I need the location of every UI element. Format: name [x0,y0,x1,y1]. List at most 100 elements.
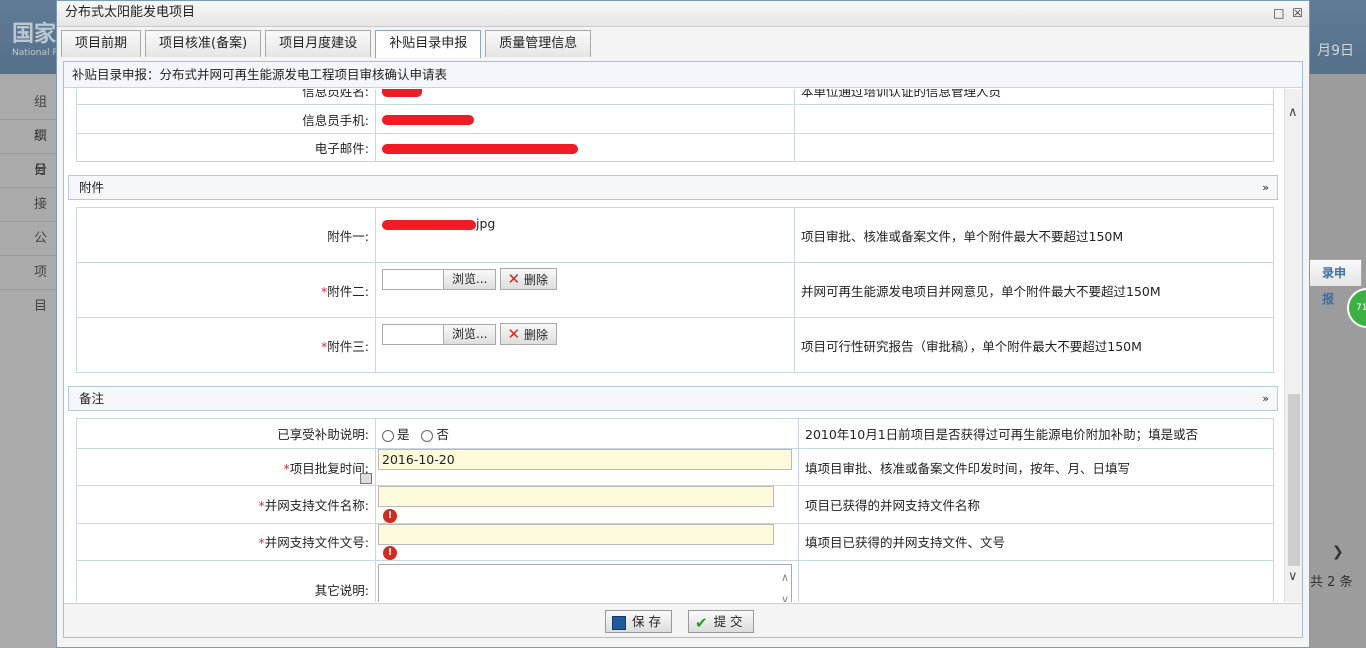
row-desc: 项目可行性研究报告（审批稿），单个附件最大不要超过150M [794,317,1274,373]
browse-button[interactable]: 浏览... [443,268,497,290]
row-value: ! [375,522,799,561]
error-icon: ! [383,546,397,560]
remarks-title: 备注 [79,391,105,406]
file-path-input[interactable] [382,268,444,290]
row-desc: 2010年10月1日前项目是否获得过可再生能源电价附加补助；填是或否 [798,418,1274,449]
row-desc: 项目已获得的并网支持文件名称 [798,485,1274,524]
redacted-mark [382,115,474,125]
tab-project-approval[interactable]: 项目核准(备案) [145,30,262,57]
dialog-tabs: 项目前期 项目核准(备案) 项目月度建设 补贴目录申报 质量管理信息 [61,30,595,58]
table-row: *项目批复时间: 2016-10-20 填项目审批、核准或备案文件印发时间，按年… [76,448,1274,486]
radio-no[interactable] [421,429,434,442]
collapse-icon[interactable]: » [1262,176,1269,200]
row-desc: 并网可再生能源发电项目并网意见，单个附件最大不要超过150M [794,262,1274,318]
grid-doc-number-input[interactable] [378,523,774,545]
row-label: *附件二: [76,262,376,318]
maximize-icon[interactable]: □ [1273,6,1284,20]
table-row: 信息员手机: [76,104,1274,134]
check-icon: ✔ [695,613,708,632]
attachments-title: 附件 [79,180,105,195]
tab-quality-management[interactable]: 质量管理信息 [485,30,592,57]
tab-monthly-construction[interactable]: 项目月度建设 [265,30,372,57]
row-value: 浏览... ✕ 删除 [375,262,795,318]
background-sidebar-item: 组织 [0,86,56,144]
attachments-table: 附件一: jpg 项目审批、核准或备案文件，单个附件最大不要超过150M *附件… [76,207,1274,373]
row-value: ∧ ∨ [375,560,799,603]
approval-date-input[interactable]: 2016-10-20 [378,449,792,470]
background-sidebar-item: 分 [0,154,56,188]
file-path-input[interactable] [382,323,444,345]
background-date: 月9日 [1317,43,1354,59]
tab-subsidy-catalog[interactable]: 补贴目录申报 [375,30,482,58]
background-right-panel: 录申报 ❯ 共 2 条 [1308,74,1366,648]
table-row: *并网支持文件名称: ! 项目已获得的并网支持文件名称 [76,485,1274,524]
dialog-title: 分布式太阳能发电项目 [65,5,196,20]
row-label: 信息员姓名: [76,89,376,105]
background-sidebar-item: 接 [0,188,56,222]
attachment-filename[interactable]: jpg [476,216,495,231]
content-title: 补贴目录申报：分布式并网可再生能源发电工程项目审核确认申请表 [64,62,1302,88]
row-desc [794,133,1274,162]
save-icon [612,615,626,630]
vertical-scrollbar[interactable]: ∧ ∨ [1284,89,1302,602]
collapse-icon[interactable]: » [1262,387,1269,411]
row-label: 电子邮件: [76,133,376,162]
background-sidebar-item: 公 [0,222,56,256]
table-row: *并网支持文件文号: ! 填项目已获得的并网支持文件、文号 [76,522,1274,561]
delete-button[interactable]: ✕ 删除 [500,268,558,290]
grid-doc-name-input[interactable] [378,486,774,507]
table-row: 电子邮件: [76,133,1274,162]
remarks-panel-header[interactable]: 备注 » [68,386,1278,411]
row-desc [794,104,1274,134]
scroll-down-icon[interactable]: ∨ [1288,569,1298,584]
project-dialog: 分布式太阳能发电项目 □ ☒ 项目前期 项目核准(备案) 项目月度建设 补贴目录… [56,0,1310,648]
row-label: 附件一: [76,207,376,263]
row-desc: 项目审批、核准或备案文件，单个附件最大不要超过150M [794,207,1274,263]
row-value [375,104,795,134]
redacted-mark [382,219,476,230]
error-icon: ! [383,508,397,523]
row-value: 是 否 [375,418,799,449]
tab-content: 补贴目录申报：分布式并网可再生能源发电工程项目审核确认申请表 信息员姓名: 本单… [63,61,1303,638]
redacted-mark [382,143,578,154]
row-value [375,89,795,105]
row-label: *并网支持文件文号: [76,522,376,561]
dialog-footer: 保 存 ✔ 提 交 [64,603,1302,637]
row-label: 已享受补助说明: [76,418,376,449]
row-desc [798,560,1274,602]
row-value: 浏览... ✕ 删除 [375,317,795,373]
tab-project-prelim[interactable]: 项目前期 [61,30,142,57]
other-notes-textarea[interactable]: ∧ ∨ [378,563,792,603]
delete-icon: ✕ [507,325,521,343]
row-desc: 填项目已获得的并网支持文件、文号 [798,522,1274,561]
row-label: *并网支持文件名称: [76,485,376,524]
row-label: *附件三: [76,317,376,373]
browse-button[interactable]: 浏览... [443,323,497,345]
row-desc: 本单位通过培训认证的信息管理人员 [794,89,1274,105]
textarea-scroll-icon[interactable]: ∧ ∨ [781,567,789,603]
dialog-titlebar: 分布式太阳能发电项目 □ ☒ [57,1,1309,27]
save-button[interactable]: 保 存 [605,610,672,633]
row-desc: 填项目审批、核准或备案文件印发时间，按年、月、日填写 [798,448,1274,486]
form-scroll-area[interactable]: 信息员姓名: 本单位通过培训认证的信息管理人员 信息员手机: 电子邮件: 附件 [64,89,1302,602]
row-label: 其它说明: [76,560,376,602]
scrollbar-thumb[interactable] [1288,394,1300,566]
background-sidebar-item: 项目 [0,120,56,178]
attachments-panel-header[interactable]: 附件 » [68,175,1278,200]
background-pager: 共 2 条 [1310,575,1353,590]
radio-yes-label: 是 [397,427,410,442]
background-tab: 录申报 [1308,259,1362,306]
table-row: 信息员姓名: 本单位通过培训认证的信息管理人员 [76,89,1274,105]
delete-button[interactable]: ✕ 删除 [500,323,558,345]
close-icon[interactable]: ☒ [1292,6,1303,20]
remarks-table: 已享受补助说明: 是 否 2010年10月1日前项目是否获得过可再生能源电价附加… [76,418,1274,602]
table-row: 其它说明: ∧ ∨ [76,560,1274,603]
calendar-icon[interactable] [360,473,372,484]
row-value: ! [375,485,799,524]
scroll-up-icon[interactable]: ∧ [1288,105,1298,120]
submit-button[interactable]: ✔ 提 交 [688,610,754,633]
radio-yes[interactable] [382,429,394,442]
delete-icon: ✕ [507,270,521,288]
redacted-mark [382,89,422,97]
table-row: *附件二: 浏览... ✕ 删除 并网可再生能源发电项目并网意见，单个附件最大不要超… [76,262,1274,318]
